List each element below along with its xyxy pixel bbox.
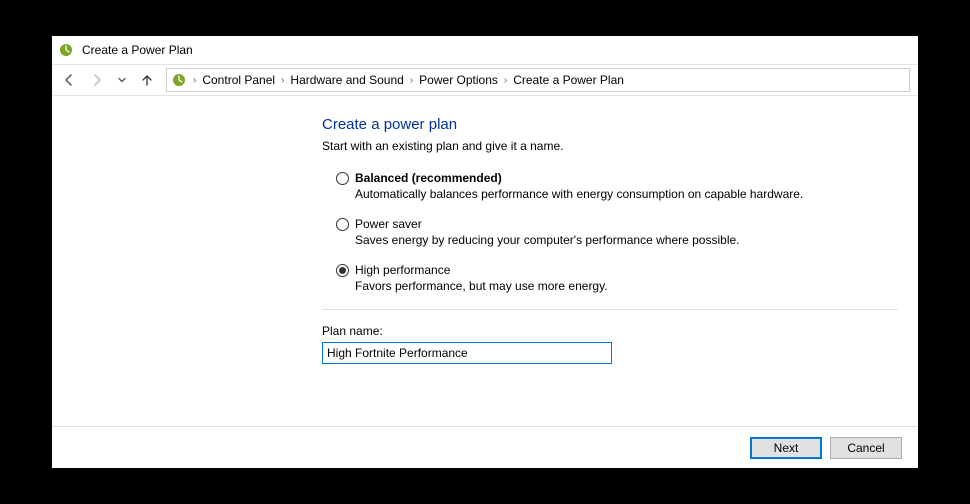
navbar: › Control Panel › Hardware and Sound › P… xyxy=(52,64,918,96)
plan-power-saver: Power saver Saves energy by reducing you… xyxy=(336,217,898,247)
breadcrumb[interactable]: › Control Panel › Hardware and Sound › P… xyxy=(166,68,910,92)
content-area: Create a power plan Start with an existi… xyxy=(52,96,918,426)
plan-balanced: Balanced (recommended) Automatically bal… xyxy=(336,171,898,201)
plan-label[interactable]: Power saver xyxy=(355,217,422,231)
chevron-right-icon: › xyxy=(504,75,507,86)
next-button[interactable]: Next xyxy=(750,437,822,459)
plan-name-input[interactable] xyxy=(322,342,612,364)
titlebar: Create a Power Plan xyxy=(52,36,918,64)
breadcrumb-item[interactable]: Power Options xyxy=(419,73,498,87)
chevron-right-icon: › xyxy=(410,75,413,86)
back-button[interactable] xyxy=(60,71,78,89)
chevron-right-icon: › xyxy=(281,75,284,86)
power-icon xyxy=(171,72,187,88)
plan-desc: Automatically balances performance with … xyxy=(355,187,898,201)
window: Create a Power Plan › Control Panel › Ha… xyxy=(52,36,918,468)
plan-high-performance: High performance Favors performance, but… xyxy=(336,263,898,293)
recent-locations-dropdown[interactable] xyxy=(116,71,128,89)
radio-power-saver[interactable] xyxy=(336,218,349,231)
plan-label[interactable]: Balanced (recommended) xyxy=(355,171,502,185)
radio-balanced[interactable] xyxy=(336,172,349,185)
footer: Next Cancel xyxy=(52,426,918,468)
power-icon xyxy=(58,42,74,58)
chevron-right-icon: › xyxy=(193,75,196,86)
plan-label[interactable]: High performance xyxy=(355,263,450,277)
plan-options: Balanced (recommended) Automatically bal… xyxy=(322,171,898,293)
plan-desc: Favors performance, but may use more ene… xyxy=(355,279,898,293)
divider xyxy=(322,309,898,310)
breadcrumb-item[interactable]: Create a Power Plan xyxy=(513,73,624,87)
up-button[interactable] xyxy=(138,71,156,89)
plan-desc: Saves energy by reducing your computer's… xyxy=(355,233,898,247)
breadcrumb-item[interactable]: Hardware and Sound xyxy=(290,73,403,87)
page-title: Create a power plan xyxy=(322,116,898,133)
cancel-button[interactable]: Cancel xyxy=(830,437,902,459)
forward-button[interactable] xyxy=(88,71,106,89)
page-subtitle: Start with an existing plan and give it … xyxy=(322,139,898,153)
breadcrumb-item[interactable]: Control Panel xyxy=(202,73,275,87)
plan-name-label: Plan name: xyxy=(322,324,898,338)
radio-high-performance[interactable] xyxy=(336,264,349,277)
window-title: Create a Power Plan xyxy=(82,43,193,57)
